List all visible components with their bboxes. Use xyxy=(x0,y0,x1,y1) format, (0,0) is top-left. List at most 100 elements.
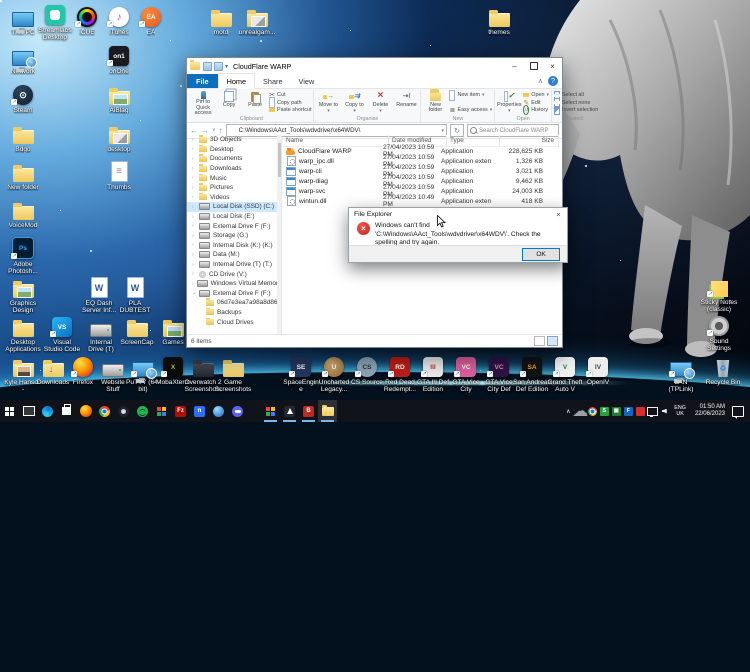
large-icons-view-toggle[interactable] xyxy=(547,336,558,346)
address-path[interactable]: C:\Windows\AAct_Tools\wdvdriver\x64WDV\ xyxy=(239,127,361,134)
dialog-title-bar[interactable]: File Explorer × xyxy=(349,208,567,220)
desktop-icon-eq-dash-doc[interactable]: EQ Dash Server Inf... xyxy=(80,275,118,315)
copy-path-button[interactable]: Copy path xyxy=(269,100,311,106)
sidebar-item-external-drive-f[interactable]: ›External Drive F (F:) xyxy=(187,221,281,231)
sidebar-item-music[interactable]: ›Music xyxy=(187,173,281,183)
desktop-icon-unrealgam[interactable]: unrealgam... xyxy=(238,4,276,36)
desktop-icon-recycle-bin[interactable]: Recycle Bin xyxy=(704,354,742,386)
sidebar-item-videos[interactable]: ›Videos xyxy=(187,193,281,203)
up-button[interactable]: ↑ xyxy=(219,127,223,135)
column-header-type[interactable]: Type xyxy=(447,135,500,146)
taskbar-chrome[interactable] xyxy=(95,400,114,422)
desktop-icon-desktop-folder[interactable]: desktop xyxy=(100,121,138,153)
running-app-red[interactable]: B xyxy=(299,400,318,422)
desktop-icon-photoshop[interactable]: PsAdobe Photosh... xyxy=(4,236,42,276)
minimize-button[interactable]: – xyxy=(505,58,524,74)
recent-locations-icon[interactable]: ∨ xyxy=(212,128,216,133)
column-header-name[interactable]: Name xyxy=(283,135,389,146)
easy-access-button[interactable]: ≣Easy access▾ xyxy=(449,107,492,113)
forward-button[interactable]: → xyxy=(201,127,209,135)
desktop-icon-steam[interactable]: ⊙Steam xyxy=(4,82,42,114)
sidebar-item-3d-objects[interactable]: ›3D Objects xyxy=(187,135,281,145)
taskbar-discord[interactable] xyxy=(228,400,247,422)
taskbar-spotify[interactable] xyxy=(133,400,152,422)
desktop-icon-aiblag[interactable]: AiBlag xyxy=(100,82,138,114)
invert-selection-button[interactable]: Invert selection xyxy=(554,107,598,113)
qat-dropdown-icon[interactable]: ▾ xyxy=(225,63,228,70)
pin-to-quick-access-button[interactable]: Pin to Quick access xyxy=(191,91,215,114)
desktop-icon-game-screenshots[interactable]: Game Screenshots xyxy=(214,354,252,394)
qat-icon[interactable] xyxy=(214,62,223,71)
running-app-color[interactable] xyxy=(261,400,280,422)
sidebar-item-documents[interactable]: ›Documents xyxy=(187,154,281,164)
network-icon[interactable] xyxy=(646,400,658,422)
sidebar-item-hash-folder[interactable]: 06d7e3ea7a98a8d86c8652fe xyxy=(187,298,281,308)
desktop-icon-openiv[interactable]: IVOpenIV xyxy=(579,354,617,386)
tray-green-app-icon[interactable]: S xyxy=(598,400,610,422)
help-icon[interactable]: ? xyxy=(548,76,558,86)
tab-share[interactable]: Share xyxy=(255,74,290,88)
desktop-icon-ea[interactable]: EAEA xyxy=(132,4,170,36)
nav-scrollbar[interactable] xyxy=(277,135,281,335)
running-app-capture[interactable] xyxy=(280,400,299,422)
maximize-button[interactable] xyxy=(524,58,543,74)
taskbar-firefox[interactable] xyxy=(76,400,95,422)
desktop-icon-thumbs[interactable]: Thumbs xyxy=(100,159,138,191)
onedrive-icon[interactable]: ☁ xyxy=(574,400,586,422)
taskbar-file-explorer[interactable] xyxy=(318,400,337,422)
desktop-icon-onone[interactable]: on1onOne xyxy=(100,43,138,75)
taskbar-photos[interactable] xyxy=(152,400,171,422)
desktop-icon-voicemod[interactable]: VoiceMod xyxy=(4,197,42,229)
paste-shortcut-button[interactable]: Paste shortcut xyxy=(269,107,311,113)
sidebar-item-cd-drive-v[interactable]: ›CD Drive (V:) xyxy=(187,269,281,279)
sidebar-item-desktop[interactable]: ›Desktop xyxy=(187,145,281,155)
taskbar-filezilla[interactable]: Fz xyxy=(171,400,190,422)
file-row[interactable]: wintun.dll27/04/2023 10:49 PMApplication… xyxy=(283,196,559,206)
tab-file[interactable]: File xyxy=(187,74,218,88)
taskbar-clock[interactable]: 01:50 AM22/06/2023 xyxy=(690,404,730,419)
sidebar-item-pictures[interactable]: ›Pictures xyxy=(187,183,281,193)
qat-icon[interactable] xyxy=(203,62,212,71)
desktop-icon-sticky-notes[interactable]: Sticky Notes (classic) xyxy=(700,274,738,314)
move-to-button[interactable]: →Move to▾ xyxy=(316,91,340,114)
desktop-icon-themes[interactable]: themes xyxy=(480,4,518,36)
sidebar-item-internal-drive-t[interactable]: ›Internal Drive (T) (T:) xyxy=(187,260,281,270)
tray-green2-app-icon[interactable]: ▣ xyxy=(610,400,622,422)
quick-access-toolbar[interactable]: ▾ xyxy=(203,62,228,71)
start-button[interactable] xyxy=(0,400,19,422)
select-all-button[interactable]: Select all xyxy=(554,92,598,98)
taskbar-store[interactable] xyxy=(57,400,76,422)
desktop-icon-new-folder[interactable]: New folder xyxy=(4,159,42,191)
sidebar-item-local-disk-c[interactable]: ›Local Disk (SSD) (C:) xyxy=(187,202,281,212)
copy-button[interactable]: Copy xyxy=(217,91,241,114)
desktop-icon-sound-settings[interactable]: Sound Settings xyxy=(700,313,738,353)
cut-button[interactable]: ✂Cut xyxy=(269,92,311,98)
column-header-size[interactable]: Size xyxy=(500,135,559,146)
desktop-icon-lan-tplink[interactable]: LAN (TPLink) xyxy=(662,354,700,394)
action-center-icon[interactable] xyxy=(732,406,744,417)
paste-button[interactable]: Paste xyxy=(243,91,267,114)
sidebar-item-internal-disk-k[interactable]: ›Internal Disk (K:) (K:) xyxy=(187,241,281,251)
ok-button[interactable]: OK xyxy=(522,248,560,261)
dialog-close-icon[interactable]: × xyxy=(550,210,567,219)
desktop-icon-bdgd[interactable]: Bdgd xyxy=(4,121,42,153)
close-button[interactable]: × xyxy=(543,58,562,74)
properties-button[interactable]: ✓Properties▾ xyxy=(497,91,521,114)
taskbar-edge[interactable] xyxy=(38,400,57,422)
title-bar[interactable]: ▾ CloudFlare WARP – × xyxy=(187,58,562,74)
taskbar-satellite-app[interactable] xyxy=(114,400,133,422)
select-none-button[interactable]: Select none xyxy=(554,100,598,106)
desktop-icon-graphics-design[interactable]: Graphics Design xyxy=(4,275,42,315)
desktop-icon-vscode[interactable]: VSVisual Studio Code xyxy=(43,314,81,354)
rename-button[interactable]: ⇥IRename xyxy=(394,91,418,114)
tray-blue-app-icon[interactable]: F xyxy=(622,400,634,422)
sidebar-item-data-m[interactable]: ›Data (M:) xyxy=(187,250,281,260)
taskbar-browser-sphere[interactable] xyxy=(209,400,228,422)
sidebar-item-external-drive-f-expanded[interactable]: ⌄External Drive F (F:) xyxy=(187,289,281,299)
desktop-icon-network[interactable]: Network xyxy=(4,43,42,75)
language-indicator[interactable]: ENGUK xyxy=(670,405,690,418)
new-item-button[interactable]: New item▾ xyxy=(449,92,492,98)
sidebar-item-local-disk-e[interactable]: ›Local Disk (E:) xyxy=(187,212,281,222)
desktop-icon-motd[interactable]: motd xyxy=(202,4,240,36)
history-button[interactable]: ↺History xyxy=(523,107,549,113)
